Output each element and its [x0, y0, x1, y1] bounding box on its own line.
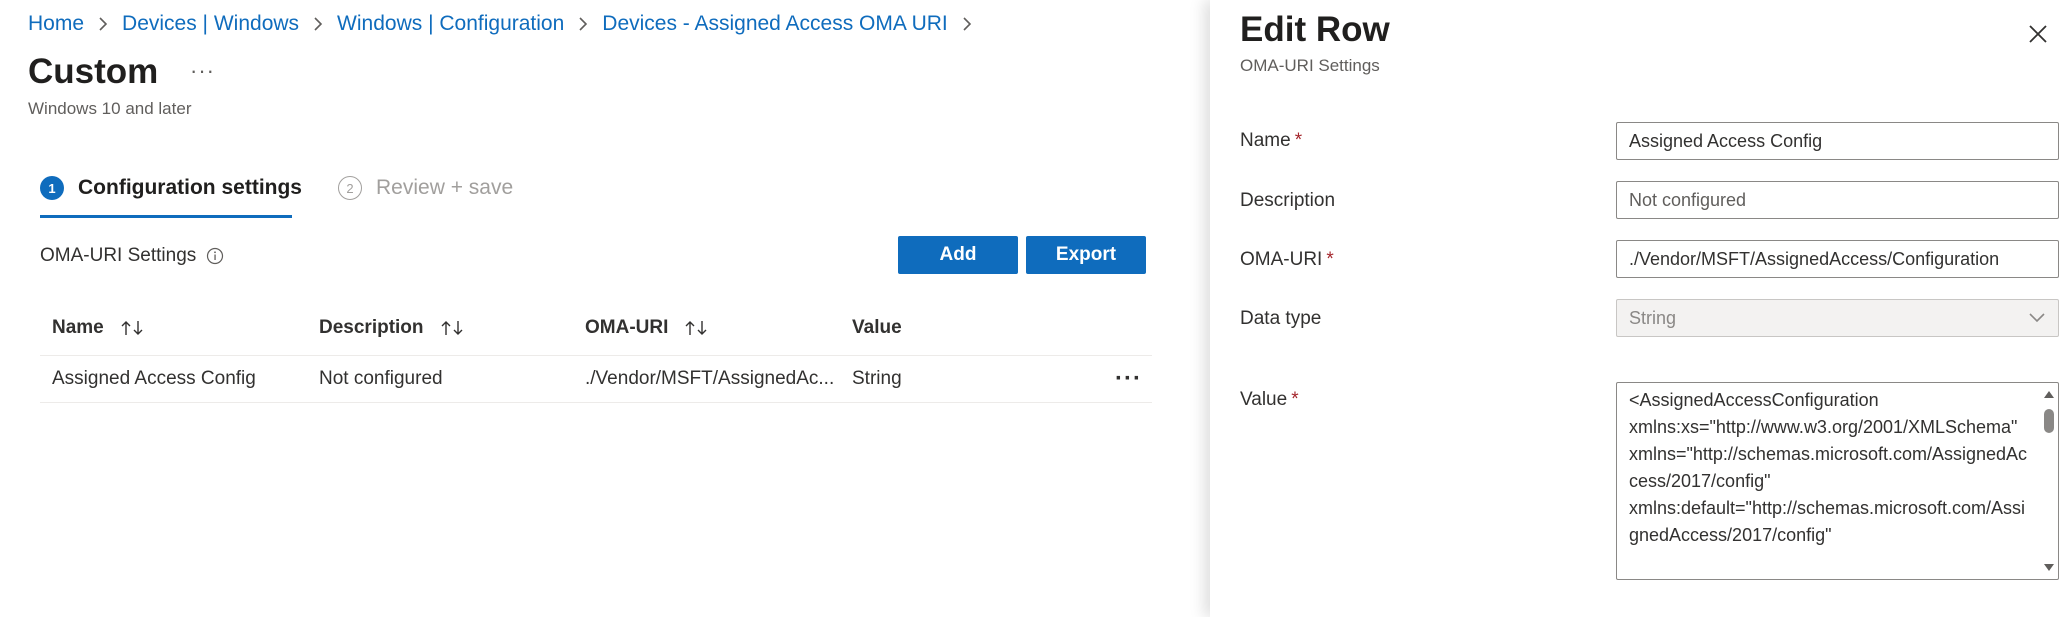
table-row[interactable]: Assigned Access Config Not configured ./…: [40, 356, 1152, 403]
breadcrumb: Home Devices | Windows Windows | Configu…: [28, 12, 986, 36]
chevron-right-icon: [97, 16, 109, 32]
page-title: Custom: [28, 52, 159, 91]
column-header-value: Value: [852, 317, 902, 339]
name-input[interactable]: [1616, 122, 2059, 160]
section-title: OMA-URI Settings: [40, 245, 197, 266]
step-label: Configuration settings: [78, 176, 302, 199]
info-icon[interactable]: [206, 247, 224, 265]
vertical-scrollbar[interactable]: [2042, 385, 2056, 577]
scroll-up-arrow-icon[interactable]: [2044, 391, 2054, 398]
edit-row-panel: Edit Row OMA-URI Settings Name* Descript…: [1210, 0, 2071, 617]
cell-name: Assigned Access Config: [52, 368, 256, 389]
oma-uri-table: Name Description OMA-URI Value Assigned …: [40, 300, 1152, 403]
scroll-down-arrow-icon[interactable]: [2044, 564, 2054, 571]
value-textarea[interactable]: <AssignedAccessConfiguration xmlns:xs="h…: [1616, 382, 2059, 580]
page-subtitle: Windows 10 and later: [28, 99, 192, 118]
chevron-right-icon: [577, 16, 589, 32]
data-type-label: Data type: [1240, 308, 1321, 330]
chevron-right-icon: [961, 16, 973, 32]
data-type-select[interactable]: String: [1616, 299, 2059, 337]
required-marker: *: [1291, 389, 1299, 410]
value-text: <AssignedAccessConfiguration xmlns:xs="h…: [1629, 390, 2028, 545]
chevron-down-icon: [2028, 308, 2046, 329]
step-number: 1: [40, 176, 64, 200]
oma-uri-input[interactable]: [1616, 240, 2059, 278]
column-header-oma-uri[interactable]: OMA-URI: [585, 317, 710, 339]
data-type-value: String: [1629, 307, 1677, 328]
label-text: Value: [1240, 389, 1288, 410]
description-input[interactable]: [1616, 181, 2059, 219]
label-text: OMA-URI: [1240, 249, 1323, 270]
section-header: OMA-URI Settings: [40, 245, 224, 267]
table-header: Name Description OMA-URI Value: [40, 300, 1152, 356]
step-configuration-settings[interactable]: 1 Configuration settings: [40, 176, 302, 200]
cell-value: String: [852, 368, 902, 389]
column-label: OMA-URI: [585, 316, 669, 338]
close-icon[interactable]: [2024, 20, 2052, 48]
column-header-name[interactable]: Name: [52, 317, 146, 339]
sort-icon[interactable]: [120, 319, 146, 337]
value-label: Value *: [1240, 389, 1299, 411]
required-marker: *: [1294, 130, 1303, 151]
required-marker: *: [1326, 249, 1334, 270]
column-label: Name: [52, 316, 104, 338]
wizard-steps: 1 Configuration settings 2 Review + save: [40, 176, 513, 200]
export-button[interactable]: Export: [1026, 236, 1146, 274]
add-button[interactable]: Add: [898, 236, 1018, 274]
label-text: Description: [1240, 190, 1336, 211]
label-text: Data type: [1240, 308, 1322, 329]
row-more-button[interactable]: ···: [1115, 365, 1142, 393]
sort-icon[interactable]: [684, 319, 710, 337]
step-review-save[interactable]: 2 Review + save: [338, 176, 513, 200]
breadcrumb-devices-windows[interactable]: Devices | Windows: [122, 12, 299, 36]
column-label: Value: [852, 316, 902, 338]
step-label: Review + save: [376, 176, 514, 199]
column-label: Description: [319, 316, 424, 338]
breadcrumb-windows-configuration[interactable]: Windows | Configuration: [337, 12, 564, 36]
name-label: Name *: [1240, 130, 1302, 152]
label-text: Name: [1240, 130, 1291, 151]
more-options-button[interactable]: ···: [190, 58, 215, 84]
chevron-right-icon: [312, 16, 324, 32]
cell-description: Not configured: [319, 368, 443, 389]
active-step-indicator: [40, 215, 292, 218]
breadcrumb-home[interactable]: Home: [28, 12, 84, 36]
panel-title: Edit Row: [1240, 10, 1390, 49]
step-number: 2: [338, 176, 362, 200]
cell-oma-uri: ./Vendor/MSFT/AssignedAc...: [585, 368, 835, 389]
sort-icon[interactable]: [440, 319, 466, 337]
main-content: Home Devices | Windows Windows | Configu…: [0, 0, 1210, 617]
column-header-description[interactable]: Description: [319, 317, 466, 339]
oma-uri-label: OMA-URI *: [1240, 249, 1334, 271]
panel-subtitle: OMA-URI Settings: [1240, 56, 1380, 75]
breadcrumb-assigned-access[interactable]: Devices - Assigned Access OMA URI: [602, 12, 947, 36]
description-label: Description: [1240, 190, 1335, 212]
scroll-thumb[interactable]: [2044, 409, 2054, 433]
